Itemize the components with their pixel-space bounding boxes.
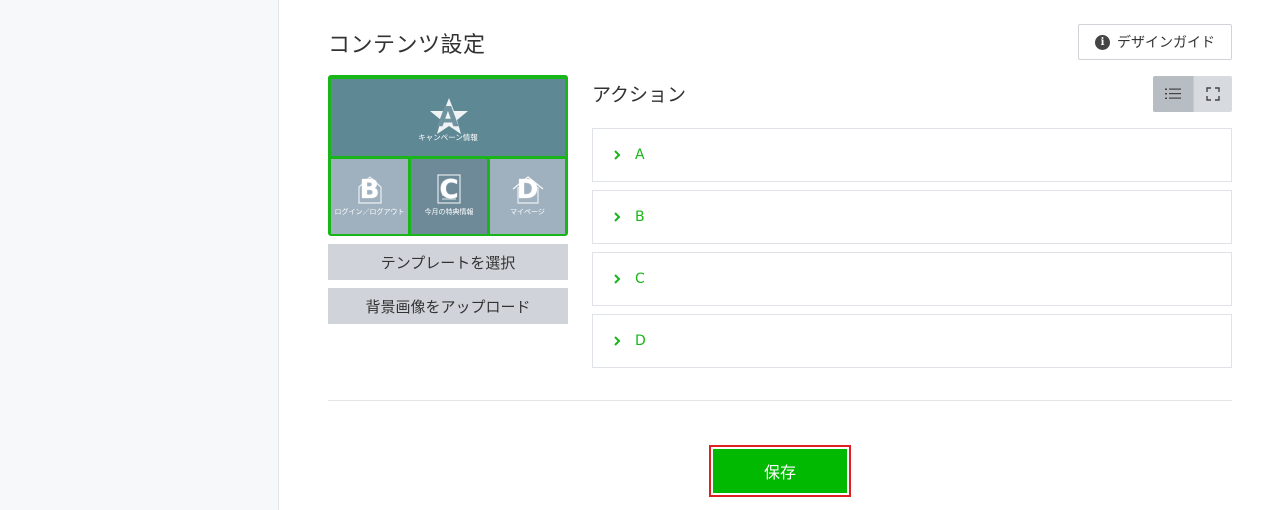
divider bbox=[328, 400, 1232, 401]
area-letter-d: D bbox=[516, 174, 539, 205]
fullscreen-icon bbox=[1206, 87, 1220, 101]
sidebar bbox=[0, 0, 279, 510]
action-label: D bbox=[635, 333, 646, 349]
action-item-d[interactable]: D bbox=[592, 314, 1232, 368]
save-button[interactable]: 保存 bbox=[713, 449, 847, 493]
area-caption-b: ログイン／ログアウト bbox=[334, 207, 405, 216]
chevron-right-icon bbox=[613, 336, 627, 346]
template-area-d[interactable]: D マイページ bbox=[490, 159, 565, 234]
list-icon bbox=[1164, 88, 1181, 99]
info-icon: i bbox=[1095, 34, 1110, 50]
template-area-a[interactable]: A キャンペーン情報 bbox=[331, 79, 565, 156]
action-item-b[interactable]: B bbox=[592, 190, 1232, 244]
action-list: A B C D bbox=[592, 128, 1232, 376]
design-guide-label: デザインガイド bbox=[1117, 35, 1215, 51]
area-caption-d: マイページ bbox=[510, 207, 545, 216]
area-letter-c: C bbox=[439, 174, 459, 205]
chevron-right-icon bbox=[613, 274, 627, 284]
select-template-button[interactable]: テンプレートを選択 bbox=[328, 244, 568, 280]
area-letter-a: A bbox=[437, 100, 459, 133]
chevron-right-icon bbox=[613, 212, 627, 222]
action-label: C bbox=[635, 271, 645, 287]
design-guide-button[interactable]: i デザインガイド bbox=[1078, 24, 1232, 60]
action-label: B bbox=[635, 209, 645, 225]
action-section-title: アクション bbox=[592, 84, 687, 106]
view-toggle bbox=[1153, 76, 1232, 112]
fullscreen-view-button[interactable] bbox=[1192, 76, 1232, 112]
template-preview: A キャンペーン情報 B ログイン／ログアウト C 今月の特典情報 D マイペー… bbox=[328, 75, 568, 236]
area-caption-c: 今月の特典情報 bbox=[424, 207, 474, 216]
upload-background-button[interactable]: 背景画像をアップロード bbox=[328, 288, 568, 324]
action-label: A bbox=[635, 147, 645, 163]
chevron-right-icon bbox=[613, 150, 627, 160]
template-area-c[interactable]: C 今月の特典情報 bbox=[411, 159, 487, 234]
page-title: コンテンツ設定 bbox=[328, 33, 486, 58]
action-item-a[interactable]: A bbox=[592, 128, 1232, 182]
action-item-c[interactable]: C bbox=[592, 252, 1232, 306]
list-view-button[interactable] bbox=[1153, 76, 1193, 112]
area-caption-a: キャンペーン情報 bbox=[418, 133, 478, 142]
area-letter-b: B bbox=[359, 174, 380, 205]
template-area-b[interactable]: B ログイン／ログアウト bbox=[331, 159, 408, 234]
